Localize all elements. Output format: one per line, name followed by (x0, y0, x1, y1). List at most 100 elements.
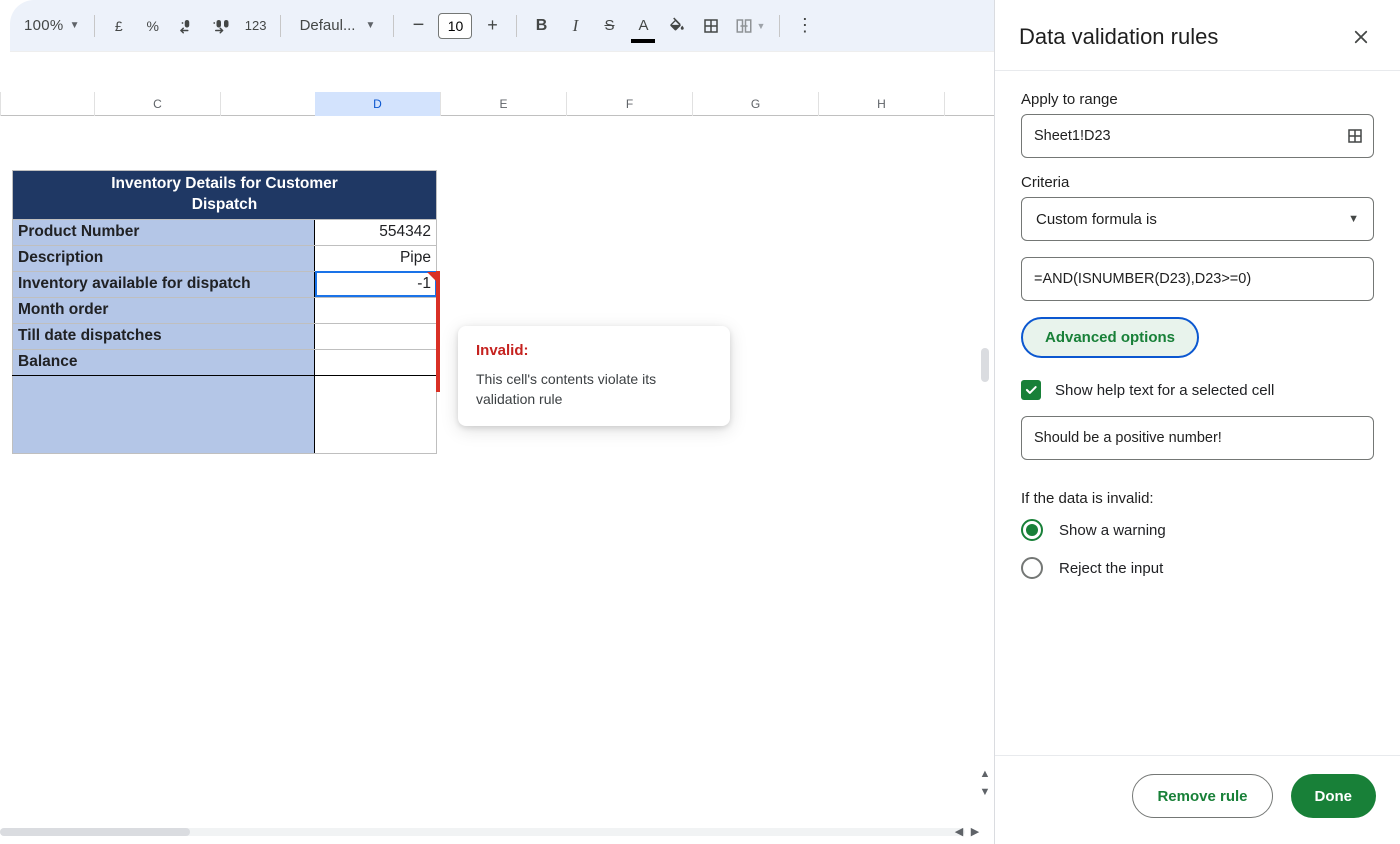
validation-error-bar (436, 271, 440, 392)
close-button[interactable] (1346, 22, 1376, 52)
borders-icon (702, 17, 720, 35)
column-header-label: G (751, 97, 760, 111)
font-name-label: Defaul... (300, 17, 356, 34)
label-cell[interactable]: Till date dispatches (13, 323, 315, 349)
invalid-data-section: If the data is invalid: Show a warning R… (1021, 490, 1374, 579)
panel-footer: Remove rule Done (995, 755, 1400, 844)
column-header-d[interactable]: D (315, 92, 441, 116)
increase-decimal-icon (211, 17, 231, 35)
more-formats-button[interactable]: 123 (241, 11, 271, 41)
table-title-cell[interactable]: Inventory Details for Customer Dispatch (13, 171, 437, 220)
text-color-icon: A (638, 17, 648, 34)
increase-decimal-button[interactable] (207, 11, 235, 41)
decrease-font-size-button[interactable]: − (404, 11, 432, 41)
format-percent-button[interactable]: % (139, 11, 167, 41)
value-cell[interactable] (315, 349, 437, 375)
scrollbar-thumb[interactable] (0, 828, 190, 836)
column-header[interactable] (0, 92, 95, 116)
remove-rule-label: Remove rule (1157, 788, 1247, 805)
value-cell[interactable]: 554342 (315, 219, 437, 245)
table-title-line1: Inventory Details for Customer (111, 175, 338, 192)
formula-input[interactable] (1021, 257, 1374, 301)
chevron-down-icon: ▼ (756, 21, 765, 31)
scrollbar-thumb[interactable] (981, 348, 989, 382)
label-cell[interactable]: Inventory available for dispatch (13, 271, 315, 297)
selected-value-cell[interactable]: -1 (315, 271, 437, 297)
option-reject-input[interactable]: Reject the input (1021, 557, 1374, 579)
criteria-section: Criteria Custom formula is ▼ (1021, 174, 1374, 241)
horizontal-scrollbar[interactable]: ◀ ▶ (0, 824, 965, 840)
bold-button[interactable]: B (527, 11, 555, 41)
toolbar-separator (516, 15, 517, 37)
font-size-input[interactable] (438, 13, 472, 39)
criteria-label: Criteria (1021, 174, 1374, 191)
vertical-scrollbar[interactable]: ▲ ▼ (977, 112, 993, 804)
strike-icon: S (604, 17, 614, 34)
font-family-dropdown[interactable]: Defaul... ▼ (291, 11, 383, 41)
cell-text: Pipe (400, 249, 431, 266)
scroll-down-icon[interactable]: ▼ (977, 784, 993, 800)
decrease-decimal-button[interactable] (173, 11, 201, 41)
panel-body: Apply to range Criteria Custom formula i… (995, 71, 1400, 755)
panel-title: Data validation rules (1019, 24, 1218, 50)
column-header-e[interactable]: E (441, 92, 567, 116)
scroll-right-icon[interactable]: ▶ (967, 824, 983, 840)
table-row: Till date dispatches (13, 323, 437, 349)
table-row: Product Number 554342 (13, 219, 437, 245)
show-help-text-checkbox[interactable] (1021, 380, 1041, 400)
cell-text: Month order (18, 301, 108, 318)
label-cell[interactable]: Balance (13, 349, 315, 375)
criteria-dropdown[interactable]: Custom formula is ▼ (1021, 197, 1374, 241)
validation-tooltip: Invalid: This cell's contents violate it… (458, 326, 730, 426)
column-header-h[interactable]: H (819, 92, 945, 116)
zoom-dropdown[interactable]: 100% ▼ (20, 11, 84, 41)
option-show-warning[interactable]: Show a warning (1021, 519, 1374, 541)
advanced-options-button[interactable]: Advanced options (1021, 317, 1199, 358)
strikethrough-button[interactable]: S (595, 11, 623, 41)
option-label: Reject the input (1059, 560, 1163, 577)
text-color-button[interactable]: A (629, 11, 657, 41)
show-help-text-row[interactable]: Show help text for a selected cell (1021, 380, 1374, 400)
value-cell[interactable] (315, 323, 437, 349)
value-cell[interactable] (315, 297, 437, 323)
cell-text: Balance (18, 353, 77, 370)
italic-button[interactable]: I (561, 11, 589, 41)
toolbar-separator (779, 15, 780, 37)
percent-icon: % (147, 18, 159, 34)
borders-button[interactable] (697, 11, 725, 41)
grid-picker-icon[interactable] (1346, 127, 1364, 145)
value-cell[interactable]: Pipe (315, 245, 437, 271)
value-cell[interactable] (315, 375, 437, 453)
scroll-up-icon[interactable]: ▲ (977, 766, 993, 782)
apply-range-input[interactable] (1021, 114, 1374, 158)
option-label: Show a warning (1059, 522, 1166, 539)
column-header-g[interactable]: G (693, 92, 819, 116)
invalid-data-heading: If the data is invalid: (1021, 490, 1374, 507)
label-cell[interactable] (13, 375, 315, 453)
column-header-f[interactable]: F (567, 92, 693, 116)
merge-cells-button[interactable]: ▼ (731, 11, 769, 41)
label-cell[interactable]: Month order (13, 297, 315, 323)
done-button[interactable]: Done (1291, 774, 1377, 818)
fill-color-button[interactable] (663, 11, 691, 41)
format-currency-button[interactable]: £ (105, 11, 133, 41)
bold-icon: B (536, 17, 548, 35)
help-text-input[interactable] (1021, 416, 1374, 460)
sheet-content: Inventory Details for Customer Dispatch … (12, 170, 437, 454)
more-toolbar-button[interactable]: ⋮ (790, 11, 818, 41)
radio-show-warning[interactable] (1021, 519, 1043, 541)
radio-reject-input[interactable] (1021, 557, 1043, 579)
plus-icon: + (487, 15, 498, 36)
scroll-left-icon[interactable]: ◀ (951, 824, 967, 840)
toolbar-separator (280, 15, 281, 37)
cell-text: Till date dispatches (18, 327, 162, 344)
label-cell[interactable]: Description (13, 245, 315, 271)
column-header-c[interactable]: C (95, 92, 221, 116)
increase-font-size-button[interactable]: + (478, 11, 506, 41)
cell-text: Inventory available for dispatch (18, 275, 251, 292)
apply-range-section: Apply to range (1021, 91, 1374, 158)
cell-text: Description (18, 249, 103, 266)
label-cell[interactable]: Product Number (13, 219, 315, 245)
remove-rule-button[interactable]: Remove rule (1132, 774, 1272, 818)
table-row: Month order (13, 297, 437, 323)
